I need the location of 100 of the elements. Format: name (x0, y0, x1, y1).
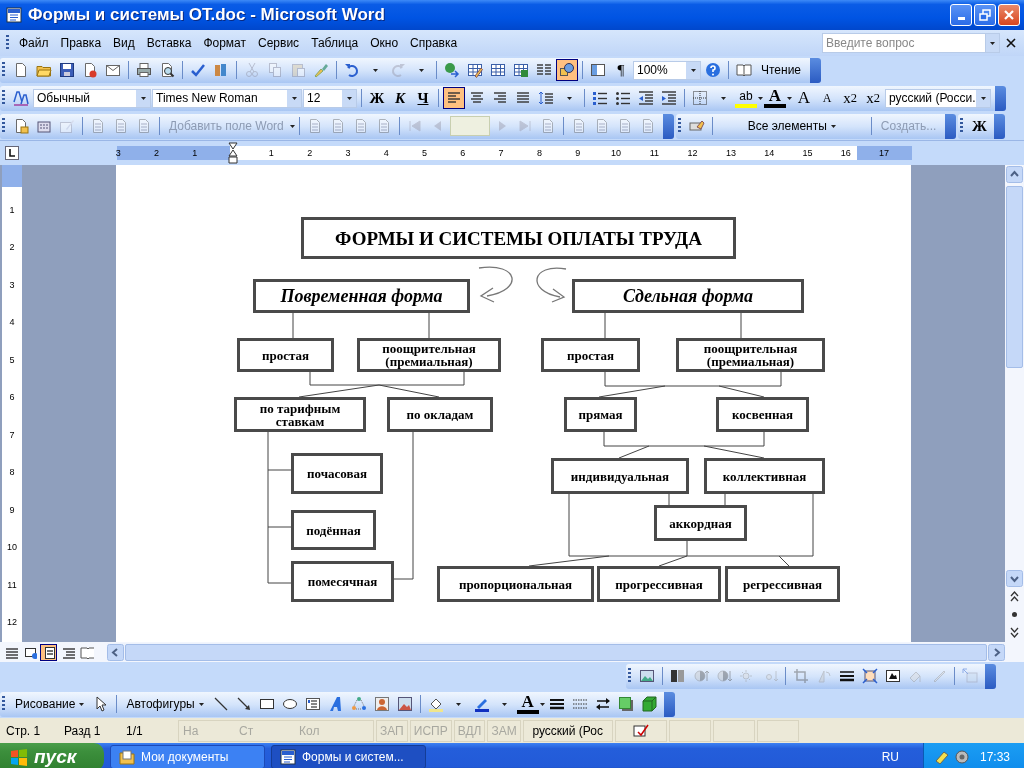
caret-icon[interactable] (291, 96, 297, 100)
line-weight-icon[interactable] (548, 696, 565, 712)
table-pencil-icon[interactable] (467, 62, 483, 78)
pencil-tray-icon[interactable] (934, 749, 950, 765)
table-icon[interactable] (490, 62, 506, 78)
shadow-icon[interactable] (617, 696, 634, 712)
document-envelope-icon[interactable] (13, 118, 29, 134)
font-color-button[interactable]: A (516, 694, 539, 714)
toolbar-options-button[interactable] (945, 113, 957, 139)
shrink-font-button[interactable]: A (816, 87, 838, 109)
menu-item[interactable]: Вставка (140, 36, 198, 50)
picture-icon[interactable] (639, 668, 655, 684)
spreadsheet-icon[interactable] (513, 62, 529, 78)
caret-icon[interactable] (79, 702, 85, 706)
dropdown-button[interactable] (986, 33, 1000, 53)
border-icon[interactable] (692, 90, 708, 106)
underline-button[interactable]: Ч (412, 87, 434, 109)
dash-style-icon[interactable] (571, 696, 588, 712)
rectangle-icon[interactable] (258, 696, 275, 712)
scroll-right-icon[interactable] (988, 643, 1005, 661)
scroll-down-icon[interactable] (1006, 570, 1023, 587)
arrow-icon[interactable] (235, 696, 252, 712)
bold-button[interactable]: Ж (366, 87, 388, 109)
line-spacing-icon[interactable] (538, 90, 554, 106)
globe-link-icon[interactable] (444, 62, 460, 78)
speaker-icon[interactable] (954, 749, 970, 765)
diagram-icon[interactable] (350, 696, 367, 712)
menu-item[interactable]: Файл (13, 36, 55, 50)
arrow-style-icon[interactable] (594, 696, 611, 712)
menu-item[interactable]: Справка (404, 36, 464, 50)
text-wrap-icon[interactable] (885, 668, 901, 684)
tab-selector-icon[interactable] (5, 146, 19, 160)
caret-icon[interactable] (830, 124, 836, 128)
document-map-icon[interactable] (590, 62, 606, 78)
caret-icon[interactable] (372, 68, 378, 72)
record-number-field[interactable] (449, 116, 490, 136)
print-preview-icon[interactable] (159, 62, 175, 78)
picture-icon[interactable] (396, 696, 413, 712)
caret-icon[interactable] (990, 41, 995, 45)
decrease-indent-icon[interactable] (638, 90, 654, 106)
increase-indent-icon[interactable] (661, 90, 677, 106)
caret-icon[interactable] (456, 702, 462, 706)
transparent-color-icon[interactable] (931, 668, 947, 684)
clipboard-icon[interactable] (290, 62, 306, 78)
start-button[interactable]: пуск (0, 743, 104, 768)
menu-item[interactable]: Вид (107, 36, 141, 50)
font-combo[interactable]: Times New Roman (152, 88, 302, 108)
columns-icon[interactable] (536, 62, 552, 78)
caret-icon[interactable] (539, 702, 545, 706)
toolbar-options-button[interactable] (995, 85, 1006, 111)
numbered-list-icon[interactable] (592, 90, 608, 106)
minimize-button[interactable] (950, 4, 972, 26)
menu-item[interactable]: Окно (364, 36, 405, 50)
check-mark-icon[interactable] (190, 62, 206, 78)
compress-icon[interactable] (862, 668, 878, 684)
zoom-combo[interactable]: 100% (633, 60, 701, 80)
scroll-left-icon[interactable] (107, 643, 124, 661)
calculator-icon[interactable] (36, 118, 52, 134)
caret-icon[interactable] (787, 96, 792, 100)
scroll-thumb[interactable] (1006, 186, 1023, 368)
line-icon[interactable] (212, 696, 229, 712)
caret-icon[interactable] (758, 96, 763, 100)
indent-marker-icon[interactable] (228, 142, 239, 164)
line-style-icon[interactable] (839, 668, 855, 684)
menu-item[interactable]: Формат (197, 36, 253, 50)
close-icon[interactable] (1006, 38, 1016, 48)
menu-item[interactable]: Сервис (252, 36, 306, 50)
font-size-combo[interactable]: 12 (303, 88, 357, 108)
toolbar-options-button[interactable] (810, 57, 822, 83)
caret-icon[interactable] (346, 96, 352, 100)
oval-icon[interactable] (281, 696, 298, 712)
taskbar-button[interactable]: Мои документы (110, 745, 265, 768)
vertical-scrollbar[interactable] (1005, 165, 1024, 642)
document-lock-icon[interactable] (82, 62, 98, 78)
highlight-button[interactable]: ab (735, 88, 757, 108)
caret-icon[interactable] (502, 702, 508, 706)
language-combo[interactable]: русский (Росси. (885, 88, 991, 108)
font-color-button[interactable]: A (764, 88, 786, 108)
undo-icon[interactable] (344, 62, 360, 78)
keyboard-hand-icon[interactable] (688, 118, 705, 134)
elements-dropdown[interactable]: Все элементы (716, 115, 867, 137)
menu-item[interactable]: Правка (54, 36, 108, 50)
autoshapes-menu[interactable]: Автофигуры (121, 693, 209, 715)
wordart-icon[interactable] (327, 696, 344, 712)
caret-icon[interactable] (198, 702, 204, 706)
scroll-up-icon[interactable] (1006, 166, 1023, 183)
clip-art-icon[interactable] (373, 696, 390, 712)
caret-icon[interactable] (720, 96, 726, 100)
close-button[interactable] (998, 4, 1020, 26)
open-book-icon[interactable] (736, 62, 752, 78)
caret-icon[interactable] (690, 68, 696, 72)
reading-button[interactable]: Чтение (756, 59, 807, 81)
toolbar-options-button[interactable] (985, 663, 996, 689)
italic-button[interactable]: К (389, 87, 411, 109)
help-search-field[interactable]: Введите вопрос (822, 33, 986, 53)
envelope-icon[interactable] (105, 62, 121, 78)
caret-icon[interactable] (566, 96, 572, 100)
bulleted-list-icon[interactable] (615, 90, 631, 106)
help-icon[interactable] (705, 62, 721, 78)
toolbar-options-button[interactable] (663, 691, 675, 717)
